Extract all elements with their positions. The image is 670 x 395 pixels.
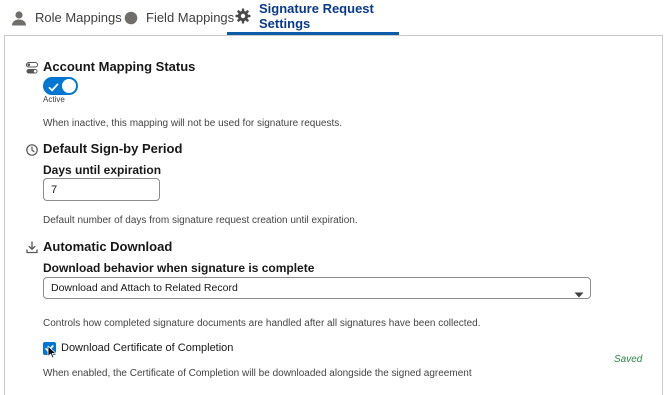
- help-text: When enabled, the Certificate of Complet…: [43, 368, 472, 379]
- help-text: When inactive, this mapping will not be …: [43, 118, 343, 129]
- field-label: Days until expiration: [43, 163, 162, 177]
- tab-label: Field Mappings: [146, 10, 235, 25]
- section-title: Default Sign-by Period: [43, 141, 183, 156]
- toggle-status-label: Active: [43, 95, 65, 104]
- clock-icon: [26, 144, 38, 156]
- select-value: Download and Attach to Related Record: [51, 282, 238, 294]
- download-icon: [26, 241, 38, 254]
- help-text: Controls how completed signature documen…: [43, 318, 481, 329]
- person-icon: [11, 10, 27, 26]
- field-label: Download behavior when signature is comp…: [43, 261, 315, 275]
- download-behavior-select[interactable]: Download and Attach to Related Record: [43, 277, 591, 299]
- circle-icon: [124, 11, 138, 25]
- mouse-cursor-icon: [47, 345, 57, 364]
- tab-signature-request-settings[interactable]: Signature Request Settings: [227, 0, 399, 35]
- chevron-down-icon: [574, 285, 584, 303]
- tab-role-mappings[interactable]: Role Mappings: [11, 0, 122, 35]
- toggle-icon: [26, 62, 38, 74]
- section-title: Automatic Download: [43, 239, 173, 254]
- section-title: Account Mapping Status: [43, 59, 196, 74]
- tab-label: Role Mappings: [35, 10, 122, 25]
- tab-bar: Role Mappings Field Mappings Signature R…: [0, 0, 670, 35]
- toggle-knob: [62, 79, 76, 93]
- help-text: Default number of days from signature re…: [43, 215, 358, 226]
- gear-icon: [235, 8, 251, 24]
- tab-field-mappings[interactable]: Field Mappings: [124, 0, 234, 35]
- account-mapping-toggle[interactable]: [43, 77, 78, 95]
- saved-status: Saved: [614, 354, 643, 365]
- checkbox-label: Download Certificate of Completion: [61, 342, 234, 354]
- days-until-expiration-input[interactable]: [43, 178, 160, 201]
- tab-label: Signature Request Settings: [259, 1, 374, 31]
